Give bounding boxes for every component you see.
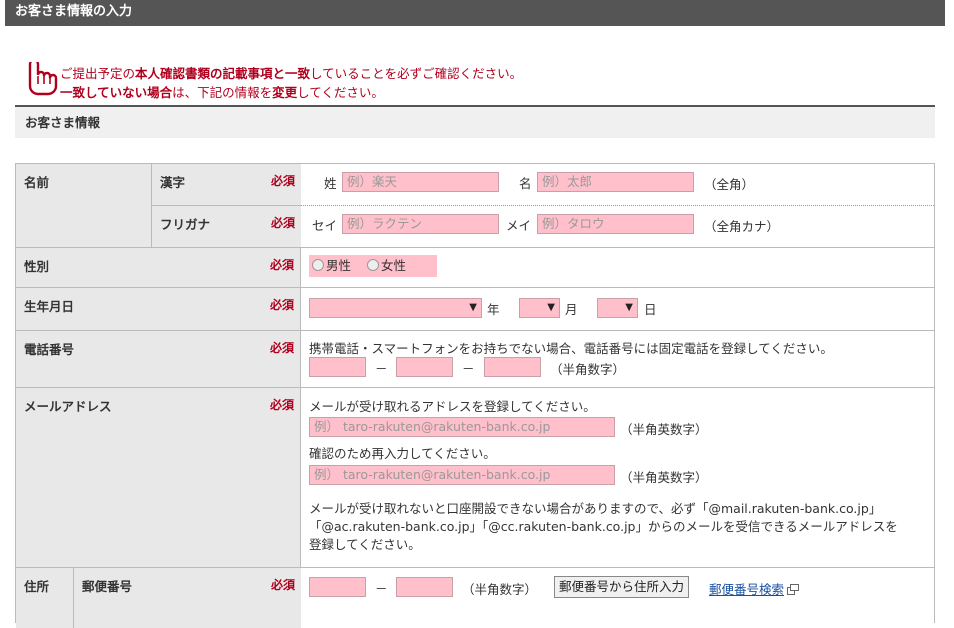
dropdown-arrow-icon: ▼: [547, 302, 555, 313]
email-confirm-note: 確認のため再入力してください。: [309, 446, 496, 461]
email-warning-2: 「@ac.rakuten-bank.co.jp」「@cc.rakuten-ban…: [309, 519, 898, 534]
sei-label: 姓: [324, 176, 337, 191]
sublabel-kanji: 漢字 必須: [151, 164, 301, 206]
dropdown-arrow-icon: ▼: [469, 302, 477, 313]
required-badge: 必須: [269, 341, 294, 355]
first-name-kana-input[interactable]: 例）タロウ: [537, 214, 694, 234]
radio-circle: [367, 259, 379, 271]
radio-circle: [312, 259, 324, 271]
address-label: 住所: [24, 579, 50, 594]
email-confirm-hint: （半角英数字）: [620, 470, 708, 485]
first-name-kanji-input[interactable]: 例）太郎: [537, 172, 694, 192]
sublabel-postal: 郵便番号 必須: [73, 568, 301, 628]
required-badge: 必須: [270, 578, 295, 592]
email-hint: （半角英数字）: [620, 422, 708, 437]
email-confirm-input[interactable]: 例） taro-rakuten@rakuten-bank.co.jp: [309, 465, 615, 485]
gender-label: 性別: [24, 259, 50, 274]
birth-month-select[interactable]: ▼: [519, 298, 560, 318]
customer-form: 名前 漢字 必須 フリガナ 必須 姓 例）楽天 名 例）太郎 （全角） セイ 例…: [15, 163, 935, 628]
email-warning-3: 登録してください。: [309, 537, 421, 552]
row-phone: 電話番号 必須 携帯電話・スマートフォンをお持ちでない場合、電話番号には固定電話…: [16, 331, 934, 388]
postal-search-link[interactable]: 郵便番号検索: [709, 579, 800, 598]
mei-kana-label: メイ: [506, 218, 532, 233]
dash: －: [375, 581, 388, 596]
phone-note: 携帯電話・スマートフォンをお持ちでない場合、電話番号には固定電話を登録してくださ…: [309, 341, 833, 356]
page-header: お客さま情報の入力: [5, 0, 945, 26]
birth-year-select[interactable]: ▼: [309, 298, 482, 318]
last-name-kanji-input[interactable]: 例）楽天: [342, 172, 499, 192]
row-email: メールアドレス 必須 メールが受け取れるアドレスを登録してください。 例） ta…: [16, 388, 934, 568]
row-divider: [301, 205, 934, 206]
birth-label: 生年月日: [24, 299, 75, 314]
hint-kana: （全角カナ）: [704, 219, 780, 234]
day-label: 日: [644, 302, 657, 317]
required-badge: 必須: [270, 216, 295, 230]
external-window-icon: [787, 584, 800, 595]
dash: －: [462, 361, 475, 376]
postal-hint: （半角数字）: [462, 582, 538, 597]
email-note: メールが受け取れるアドレスを登録してください。: [309, 399, 596, 414]
label-cell: 生年月日 必須: [16, 288, 301, 330]
gender-radio-group: 男性 女性: [309, 255, 437, 277]
month-label: 月: [565, 302, 578, 317]
row-name: 名前 漢字 必須 フリガナ 必須 姓 例）楽天 名 例）太郎 （全角） セイ 例…: [16, 164, 934, 248]
required-badge: 必須: [269, 298, 294, 312]
radio-male[interactable]: 男性: [312, 258, 351, 273]
name-label: 名前: [24, 175, 50, 190]
email-label: メールアドレス: [24, 399, 112, 414]
dash: －: [375, 361, 388, 376]
phone-part1-input[interactable]: [309, 357, 366, 377]
required-badge: 必須: [269, 398, 294, 412]
phone-part2-input[interactable]: [396, 357, 453, 377]
birth-day-select[interactable]: ▼: [597, 298, 638, 318]
label-cell: 電話番号 必須: [16, 331, 301, 387]
dropdown-arrow-icon: ▼: [625, 302, 633, 313]
row-birthdate: 生年月日 必須 ▼ 年 ▼ 月 ▼ 日: [16, 288, 934, 331]
sublabel-kana: フリガナ 必須: [151, 206, 301, 247]
postal-part1-input[interactable]: [309, 577, 366, 597]
phone-part3-input[interactable]: [484, 357, 541, 377]
pointing-hand-icon: [28, 62, 58, 96]
section-title: お客さま情報: [15, 107, 935, 138]
label-cell: メールアドレス 必須: [16, 388, 301, 567]
hint-kanji: （全角）: [704, 177, 755, 192]
row-gender: 性別 必須 男性 女性: [16, 248, 934, 288]
notice-line-2: 一致していない場合は、下記の情報を変更してください。: [60, 85, 384, 100]
email-warning-1: メールが受け取れないと口座開設できない場合がありますので、必ず「@mail.ra…: [309, 501, 882, 516]
phone-hint: （半角数字）: [550, 362, 626, 377]
last-name-kana-input[interactable]: 例）ラクテン: [342, 214, 499, 234]
sei-kana-label: セイ: [312, 218, 338, 233]
notice-line-1: ご提出予定の本人確認書類の記載事項と一致していることを必ずご確認ください。: [60, 66, 523, 81]
label-cell: 性別 必須: [16, 248, 301, 287]
radio-female[interactable]: 女性: [367, 258, 406, 273]
required-badge: 必須: [269, 258, 294, 272]
postal-lookup-button[interactable]: 郵便番号から住所入力: [554, 576, 690, 598]
phone-label: 電話番号: [24, 342, 75, 357]
postal-part2-input[interactable]: [396, 577, 453, 597]
row-address: 住所 郵便番号 必須 － （半角数字） 郵便番号から住所入力 郵便番号検索: [16, 568, 934, 628]
year-label: 年: [487, 302, 500, 317]
email-input[interactable]: 例） taro-rakuten@rakuten-bank.co.jp: [309, 417, 615, 437]
mei-label: 名: [519, 176, 532, 191]
required-badge: 必須: [270, 174, 295, 188]
